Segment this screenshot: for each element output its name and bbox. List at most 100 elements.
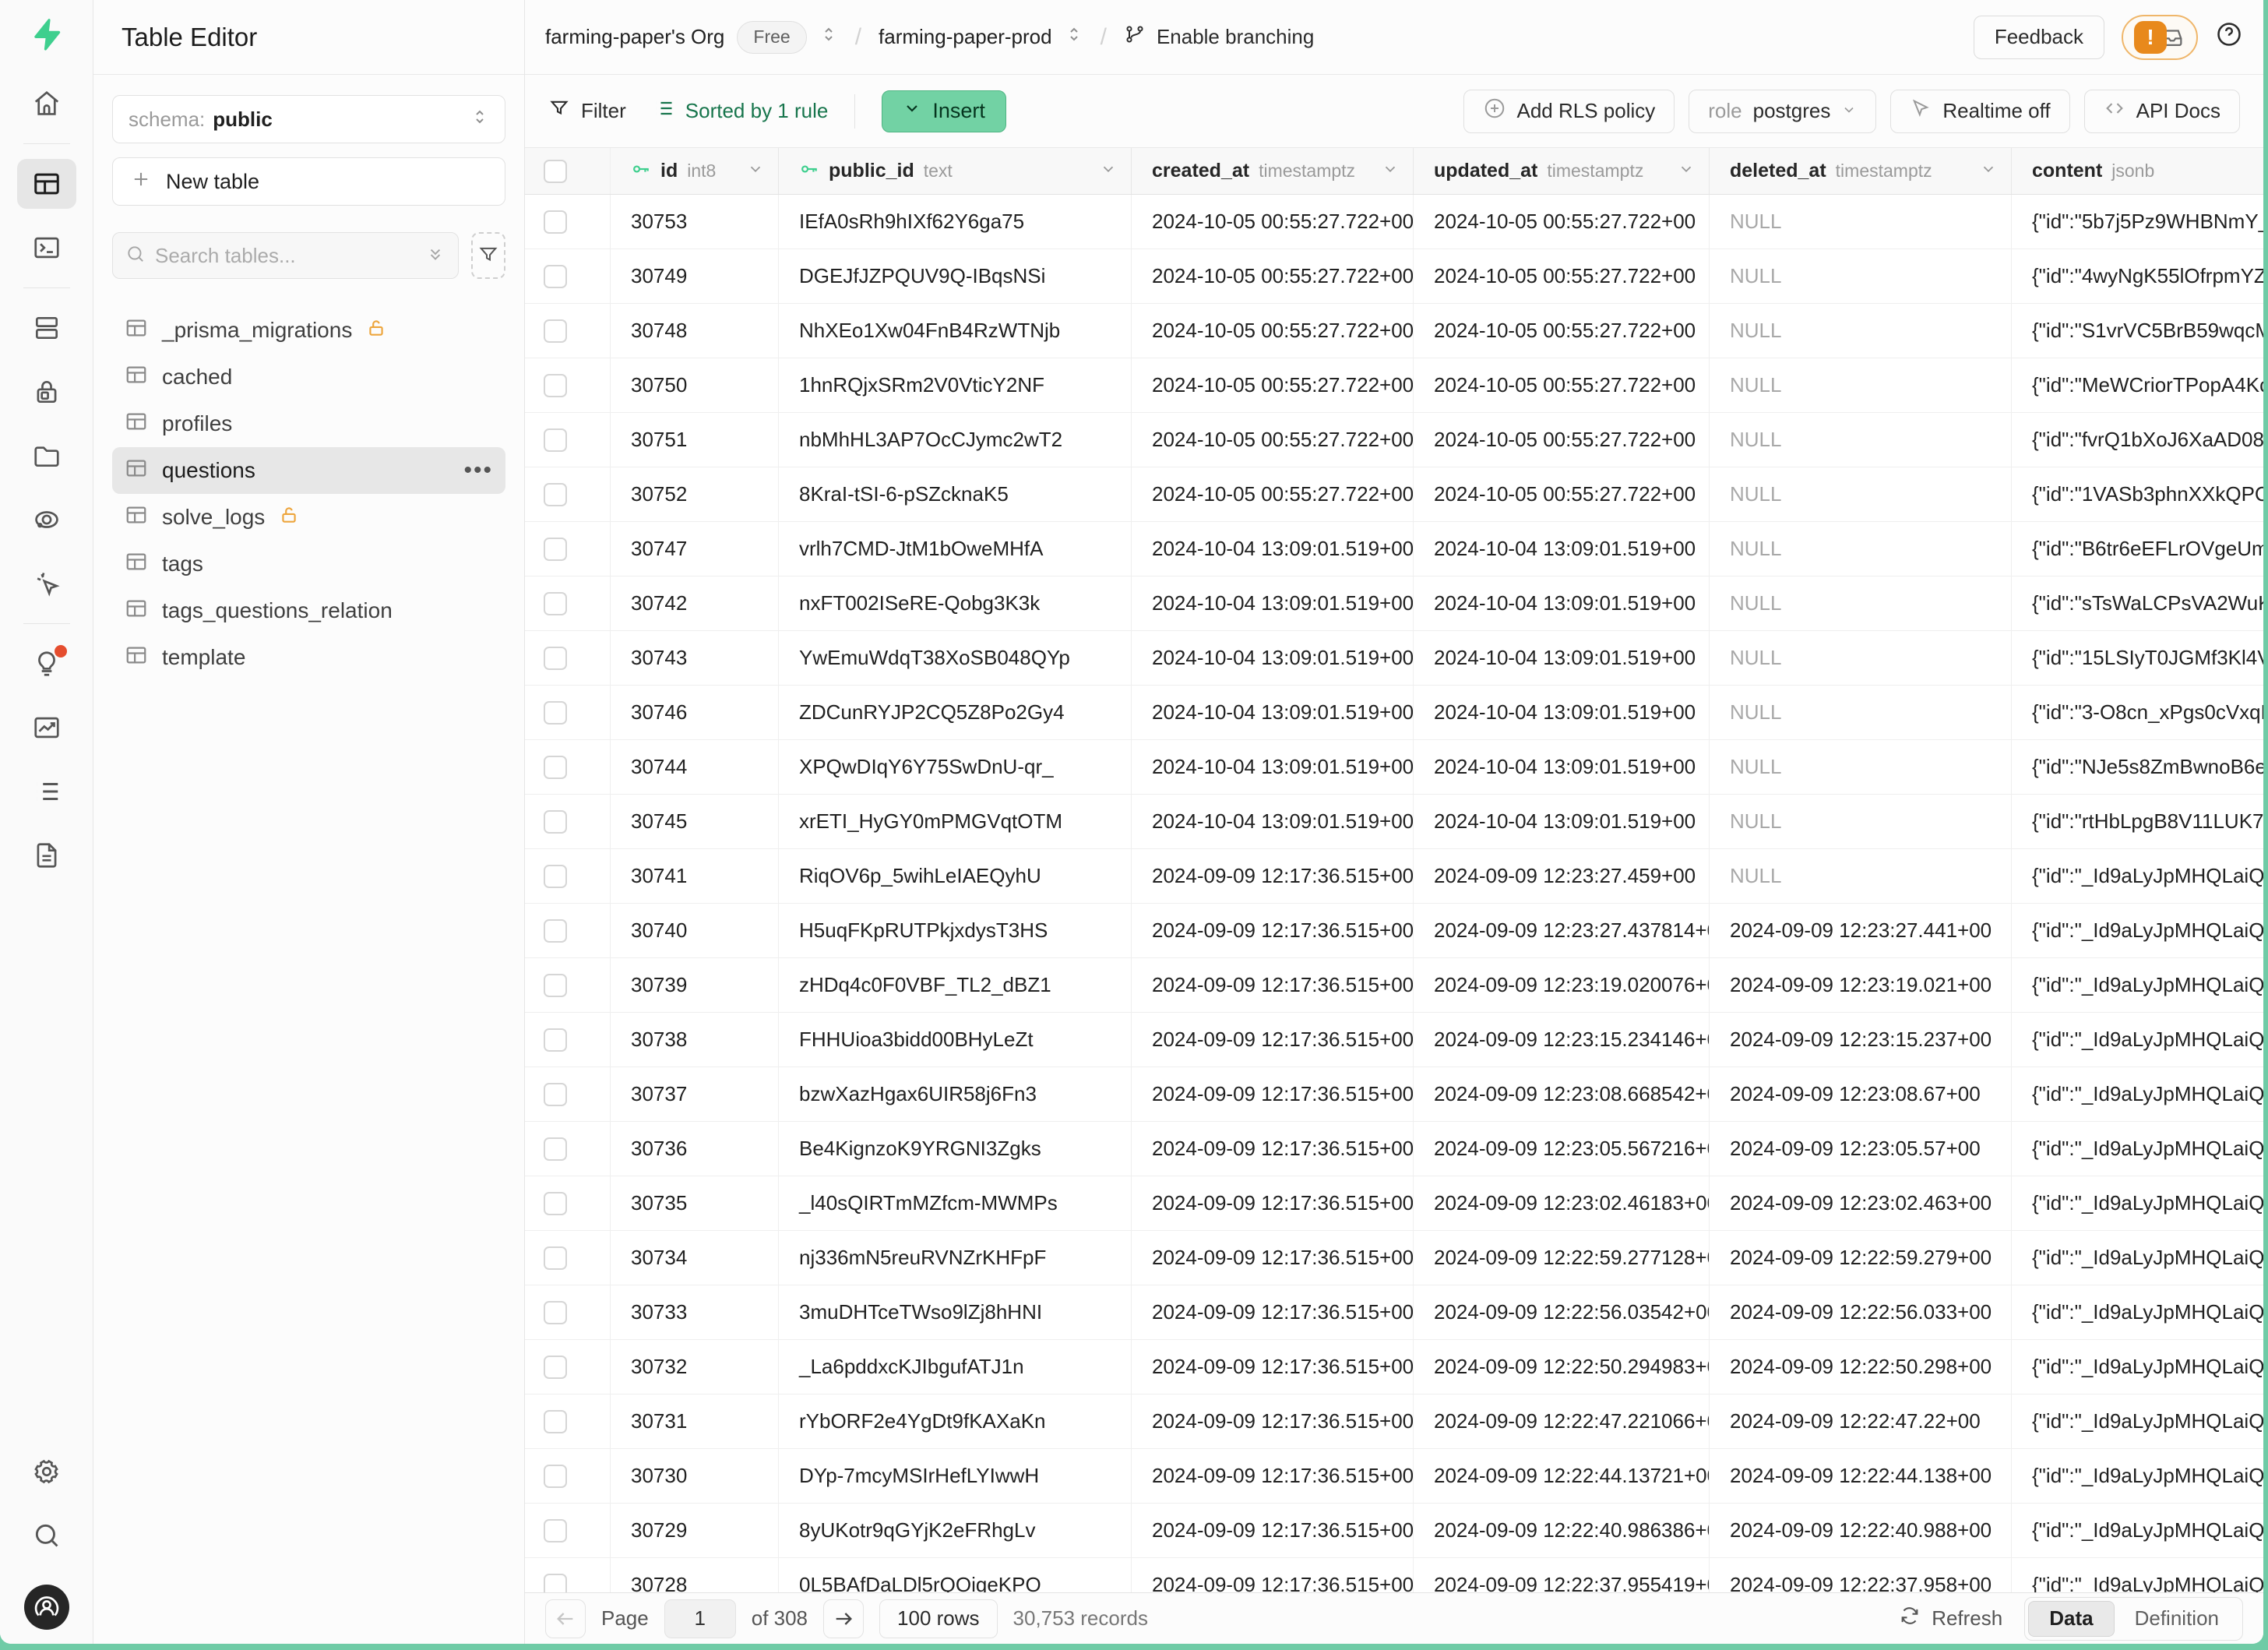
nav-logs[interactable]: [17, 767, 76, 816]
chevron-down-icon[interactable]: [1678, 160, 1695, 182]
cell-id[interactable]: 30747: [611, 522, 779, 576]
cell-public-id[interactable]: DYp-7mcyMSIrHefLYIwwH: [779, 1449, 1132, 1503]
row-checkbox[interactable]: [544, 1356, 567, 1379]
help-button[interactable]: [2215, 20, 2243, 54]
schema-select[interactable]: schema: public: [112, 95, 505, 143]
cell-created-at[interactable]: 2024-09-09 12:17:36.515+00: [1132, 1340, 1414, 1394]
cell-id[interactable]: 30733: [611, 1285, 779, 1339]
project-name[interactable]: farming-paper-prod: [879, 25, 1052, 49]
cell-public-id[interactable]: xrETI_HyGY0mPMGVqtOTM: [779, 795, 1132, 848]
api-docs-button[interactable]: API Docs: [2084, 90, 2240, 133]
cell-updated-at[interactable]: 2024-10-05 00:55:27.722+00: [1414, 195, 1710, 249]
sidebar-item-_prisma_migrations[interactable]: _prisma_migrations: [112, 307, 505, 354]
cell-updated-at[interactable]: 2024-09-09 12:22:59.277128+00: [1414, 1231, 1710, 1285]
cell-id[interactable]: 30729: [611, 1504, 779, 1557]
nav-settings[interactable]: [17, 1447, 76, 1497]
cell-public-id[interactable]: H5uqFKpRUTPkjxdysT3HS: [779, 904, 1132, 957]
cell-content[interactable]: {"id":"_Id9aLyJpMHQLaiQC: [2012, 1013, 2263, 1067]
sidebar-item-profiles[interactable]: profiles: [112, 400, 505, 447]
cell-content[interactable]: {"id":"_Id9aLyJpMHQLaiQC: [2012, 1067, 2263, 1121]
cell-content[interactable]: {"id":"fvrQ1bXoJ6XaAD08G: [2012, 413, 2263, 467]
cell-id[interactable]: 30735: [611, 1176, 779, 1230]
cell-content[interactable]: {"id":"15LSIyT0JGMf3Kl4Vn: [2012, 631, 2263, 685]
cell-public-id[interactable]: rYbORF2e4YgDt9fKAXaKn: [779, 1394, 1132, 1448]
row-checkbox[interactable]: [544, 319, 567, 343]
cell-created-at[interactable]: 2024-09-09 12:17:36.515+00: [1132, 1394, 1414, 1448]
cell-public-id[interactable]: Be4KignzoK9YRGNI3Zgks: [779, 1122, 1132, 1176]
cell-deleted-at[interactable]: 2024-09-09 12:23:27.441+00: [1710, 904, 2012, 957]
sidebar-item-tags_questions_relation[interactable]: tags_questions_relation: [112, 587, 505, 634]
sort-button[interactable]: Sorted by 1 rule: [653, 97, 829, 125]
cell-content[interactable]: {"id":"sTsWaLCPsVA2WuK2: [2012, 576, 2263, 630]
cell-updated-at[interactable]: 2024-09-09 12:22:56.03542+00: [1414, 1285, 1710, 1339]
row-checkbox[interactable]: [544, 810, 567, 834]
cell-deleted-at[interactable]: NULL: [1710, 467, 2012, 521]
cell-public-id[interactable]: nj336mN5reuRVNZrKHFpF: [779, 1231, 1132, 1285]
cell-deleted-at[interactable]: 2024-09-09 12:22:47.22+00: [1710, 1394, 2012, 1448]
cell-updated-at[interactable]: 2024-09-09 12:23:27.459+00: [1414, 849, 1710, 903]
cell-deleted-at[interactable]: NULL: [1710, 631, 2012, 685]
cell-id[interactable]: 30746: [611, 686, 779, 739]
row-checkbox[interactable]: [544, 1083, 567, 1106]
cell-deleted-at[interactable]: NULL: [1710, 522, 2012, 576]
nav-search[interactable]: [17, 1511, 76, 1560]
add-rls-policy-button[interactable]: Add RLS policy: [1463, 90, 1675, 133]
sidebar-item-cached[interactable]: cached: [112, 354, 505, 400]
table-actions-button[interactable]: •••: [463, 457, 493, 484]
cell-content[interactable]: {"id":"5b7j5Pz9WHBNmY_A: [2012, 195, 2263, 249]
cell-public-id[interactable]: YwEmuWdqT38XoSB048QYp: [779, 631, 1132, 685]
insert-button[interactable]: Insert: [882, 90, 1006, 132]
nav-table-editor[interactable]: [17, 159, 76, 209]
chevron-down-icon[interactable]: [747, 160, 764, 182]
row-checkbox[interactable]: [544, 1574, 567, 1593]
page-input[interactable]: [664, 1599, 736, 1638]
cell-updated-at[interactable]: 2024-10-04 13:09:01.519+00: [1414, 631, 1710, 685]
row-checkbox[interactable]: [544, 210, 567, 234]
search-tables-input[interactable]: [155, 244, 416, 268]
cell-created-at[interactable]: 2024-09-09 12:17:36.515+00: [1132, 1231, 1414, 1285]
cell-content[interactable]: {"id":"_Id9aLyJpMHQLaiQC: [2012, 1449, 2263, 1503]
cell-created-at[interactable]: 2024-09-09 12:17:36.515+00: [1132, 904, 1414, 957]
cell-id[interactable]: 30741: [611, 849, 779, 903]
select-all-checkbox[interactable]: [544, 160, 567, 183]
cell-deleted-at[interactable]: 2024-09-09 12:23:08.67+00: [1710, 1067, 2012, 1121]
cell-deleted-at[interactable]: NULL: [1710, 413, 2012, 467]
cell-created-at[interactable]: 2024-10-05 00:55:27.722+00: [1132, 195, 1414, 249]
cell-updated-at[interactable]: 2024-09-09 12:23:27.437814+00: [1414, 904, 1710, 957]
column-header-deleted-at[interactable]: deleted_at timestamptz: [1710, 148, 2012, 194]
nav-home[interactable]: [17, 79, 76, 129]
column-header-public-id[interactable]: public_id text: [779, 148, 1132, 194]
cell-created-at[interactable]: 2024-09-09 12:17:36.515+00: [1132, 1176, 1414, 1230]
cell-id[interactable]: 30731: [611, 1394, 779, 1448]
nav-edge-functions[interactable]: [17, 495, 76, 545]
cell-updated-at[interactable]: 2024-09-09 12:22:50.294983+00: [1414, 1340, 1710, 1394]
cell-content[interactable]: {"id":"MeWCriorTPopA4Kc9: [2012, 358, 2263, 412]
cell-created-at[interactable]: 2024-09-09 12:17:36.515+00: [1132, 1067, 1414, 1121]
cell-id[interactable]: 30730: [611, 1449, 779, 1503]
cell-updated-at[interactable]: 2024-10-04 13:09:01.519+00: [1414, 576, 1710, 630]
cell-public-id[interactable]: nbMhHL3AP7OcCJymc2wT2: [779, 413, 1132, 467]
cell-created-at[interactable]: 2024-10-04 13:09:01.519+00: [1132, 795, 1414, 848]
cell-content[interactable]: {"id":"_Id9aLyJpMHQLaiQC: [2012, 1394, 2263, 1448]
cell-public-id[interactable]: 3muDHTceTWso9lZj8hHNI: [779, 1285, 1132, 1339]
row-checkbox[interactable]: [544, 1192, 567, 1215]
cell-content[interactable]: {"id":"4wyNgK55lOfrpmYZc: [2012, 249, 2263, 303]
cell-id[interactable]: 30739: [611, 958, 779, 1012]
cell-id[interactable]: 30738: [611, 1013, 779, 1067]
row-checkbox[interactable]: [544, 374, 567, 397]
cell-id[interactable]: 30745: [611, 795, 779, 848]
realtime-toggle-button[interactable]: Realtime off: [1890, 90, 2069, 133]
cell-content[interactable]: {"id":"_Id9aLyJpMHQLaiQC: [2012, 904, 2263, 957]
cell-deleted-at[interactable]: NULL: [1710, 795, 2012, 848]
cell-updated-at[interactable]: 2024-10-05 00:55:27.722+00: [1414, 467, 1710, 521]
cell-content[interactable]: {"id":"_Id9aLyJpMHQLaiQC: [2012, 1122, 2263, 1176]
cell-created-at[interactable]: 2024-10-04 13:09:01.519+00: [1132, 631, 1414, 685]
avatar[interactable]: [24, 1585, 69, 1630]
cell-public-id[interactable]: 0L5BAfDaLDl5rQOiqeKPO: [779, 1558, 1132, 1592]
cell-id[interactable]: 30749: [611, 249, 779, 303]
nav-reports[interactable]: [17, 703, 76, 753]
row-checkbox[interactable]: [544, 265, 567, 288]
row-checkbox[interactable]: [544, 428, 567, 452]
cell-deleted-at[interactable]: NULL: [1710, 304, 2012, 358]
cell-created-at[interactable]: 2024-09-09 12:17:36.515+00: [1132, 1449, 1414, 1503]
